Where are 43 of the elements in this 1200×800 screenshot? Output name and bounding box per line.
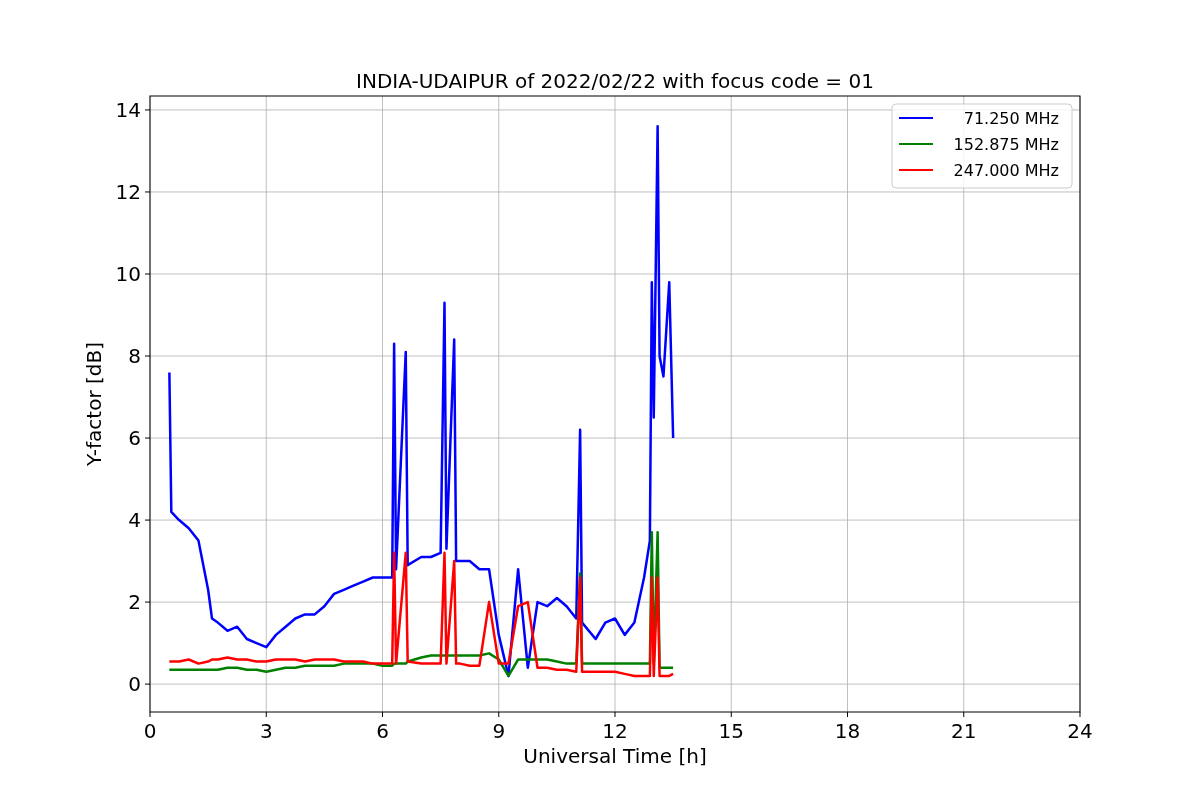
tick-label: 14 (115, 97, 141, 122)
y-axis-label: Y-factor [dB] (82, 342, 106, 466)
tick-label: 10 (115, 262, 141, 286)
tick-label: 12 (602, 719, 628, 743)
tick-mark (265, 711, 267, 718)
tick-label: 2 (128, 590, 141, 615)
tick-label: 18 (834, 719, 861, 743)
tick-mark (144, 191, 151, 193)
tick-mark (382, 711, 383, 718)
tick-mark (847, 711, 848, 718)
tick-mark (144, 683, 151, 685)
tick-mark (149, 711, 151, 718)
tick-label: 21 (951, 719, 977, 743)
tick-mark (498, 711, 500, 718)
legend-line (898, 169, 934, 171)
tick-mark (144, 109, 151, 111)
tick-mark (963, 711, 965, 718)
tick-label: 24 (1067, 719, 1093, 743)
tick-label: 8 (128, 344, 141, 368)
tick-mark (144, 273, 151, 275)
tick-label: 6 (376, 719, 389, 743)
tick-mark (144, 519, 151, 521)
tick-label: 0 (143, 719, 157, 743)
x-axis-label: Universal Time [h] (523, 744, 707, 768)
tick-mark (614, 711, 616, 718)
legend-label: 71.250 MHz (963, 109, 1059, 128)
tick-label: 12 (115, 179, 141, 204)
legend-label: 247.000 MHz (953, 161, 1059, 180)
chart-title: INDIA-UDAIPUR of 2022/02/22 with focus code = 01 (356, 69, 874, 93)
tick-mark (730, 711, 732, 718)
legend-line (898, 143, 934, 145)
tick-label: 6 (128, 426, 141, 451)
tick-label: 4 (128, 508, 141, 533)
tick-mark (1079, 711, 1081, 718)
tick-mark (144, 437, 151, 439)
tick-label: 9 (492, 719, 506, 743)
tick-mark (144, 601, 151, 603)
legend-label: 152.875 MHz (953, 135, 1059, 154)
tick-label: 0 (128, 672, 141, 697)
legend-line (898, 117, 934, 119)
tick-mark (144, 355, 151, 357)
tick-label: 15 (718, 719, 744, 743)
tick-label: 3 (259, 719, 273, 743)
